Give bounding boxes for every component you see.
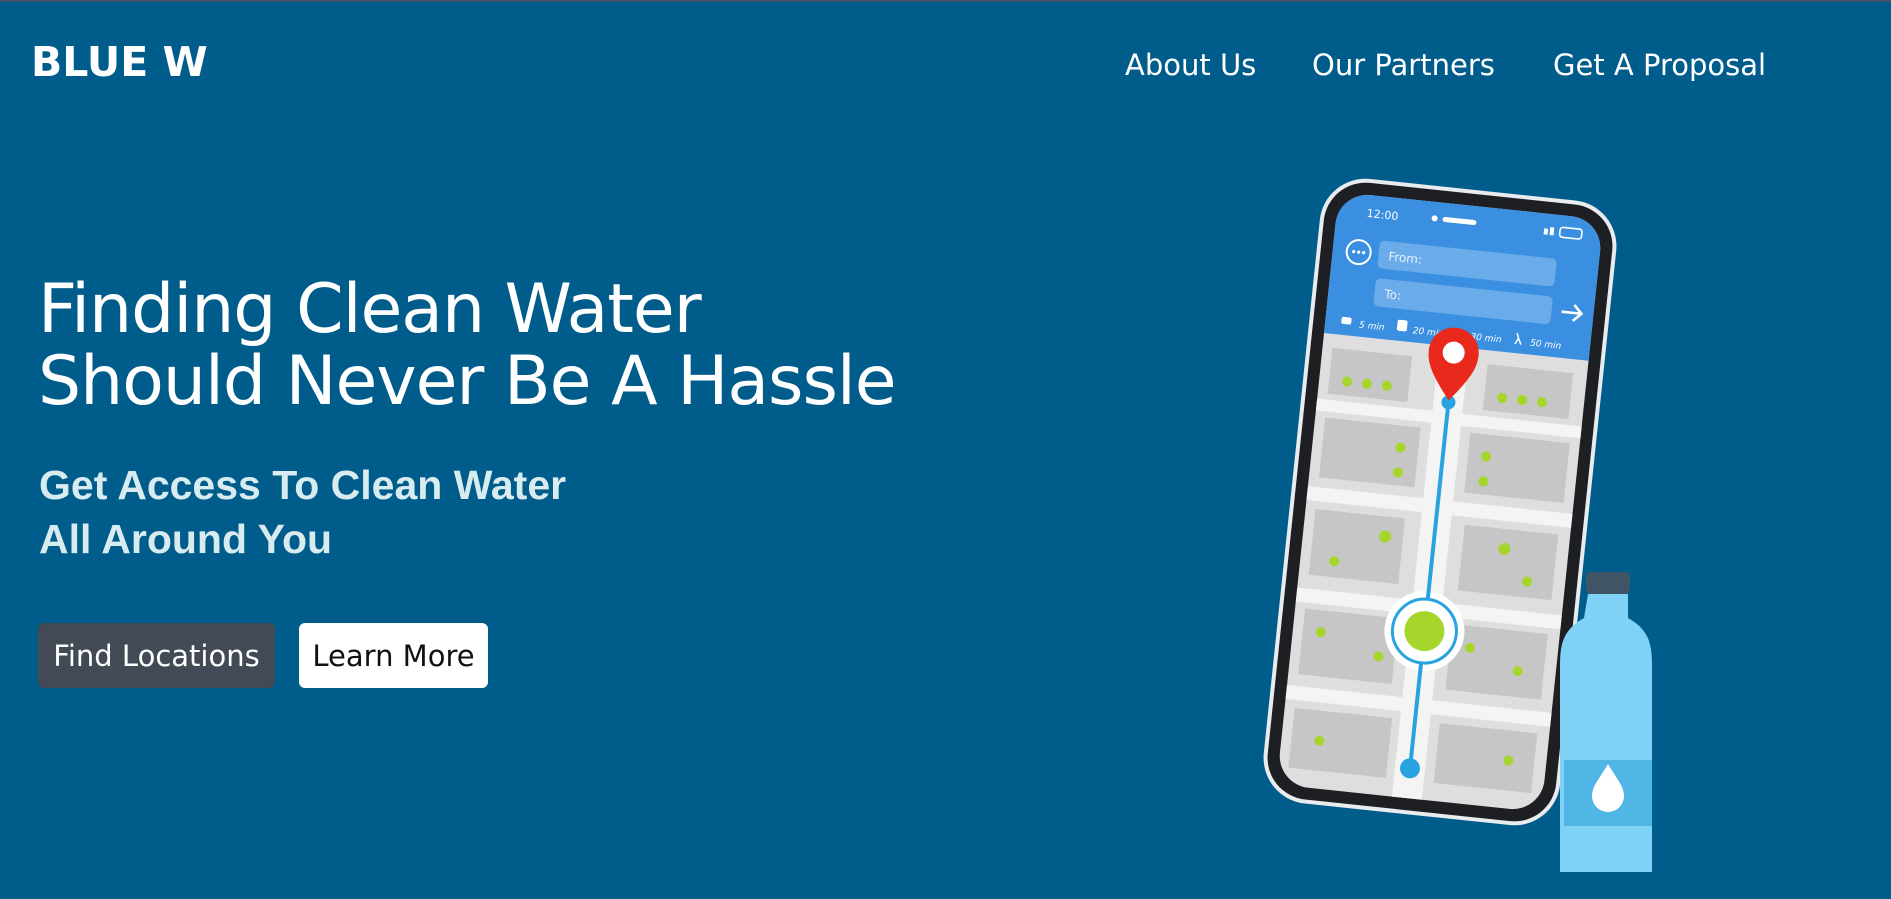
nav-our-partners[interactable]: Our Partners bbox=[1312, 48, 1495, 82]
hero-title: Finding Clean Water Should Never Be A Ha… bbox=[38, 270, 897, 421]
learn-more-button[interactable]: Learn More bbox=[299, 623, 488, 688]
hero-illustration: 12:00 From: To: 5 min 20 min 30 min 50 m… bbox=[1190, 172, 1690, 892]
phone-map-illustration: 12:00 From: To: 5 min 20 min 30 min 50 m… bbox=[1263, 178, 1652, 892]
nav-get-a-proposal[interactable]: Get A Proposal bbox=[1553, 48, 1766, 82]
find-locations-button[interactable]: Find Locations bbox=[38, 623, 275, 688]
brand-logo[interactable]: BLUE W bbox=[31, 38, 208, 86]
hero-title-line-1: Finding Clean Water bbox=[38, 270, 702, 349]
hero-subtitle: Get Access To Clean Water All Around You bbox=[39, 458, 566, 566]
to-placeholder: To: bbox=[1383, 287, 1402, 303]
hero-subtitle-line-2: All Around You bbox=[39, 516, 333, 562]
nav-about-us[interactable]: About Us bbox=[1125, 48, 1256, 82]
car-icon bbox=[1341, 316, 1352, 325]
hero-title-line-2: Should Never Be A Hassle bbox=[38, 342, 897, 421]
hero-subtitle-line-1: Get Access To Clean Water bbox=[39, 462, 567, 508]
bus-icon bbox=[1396, 319, 1408, 332]
